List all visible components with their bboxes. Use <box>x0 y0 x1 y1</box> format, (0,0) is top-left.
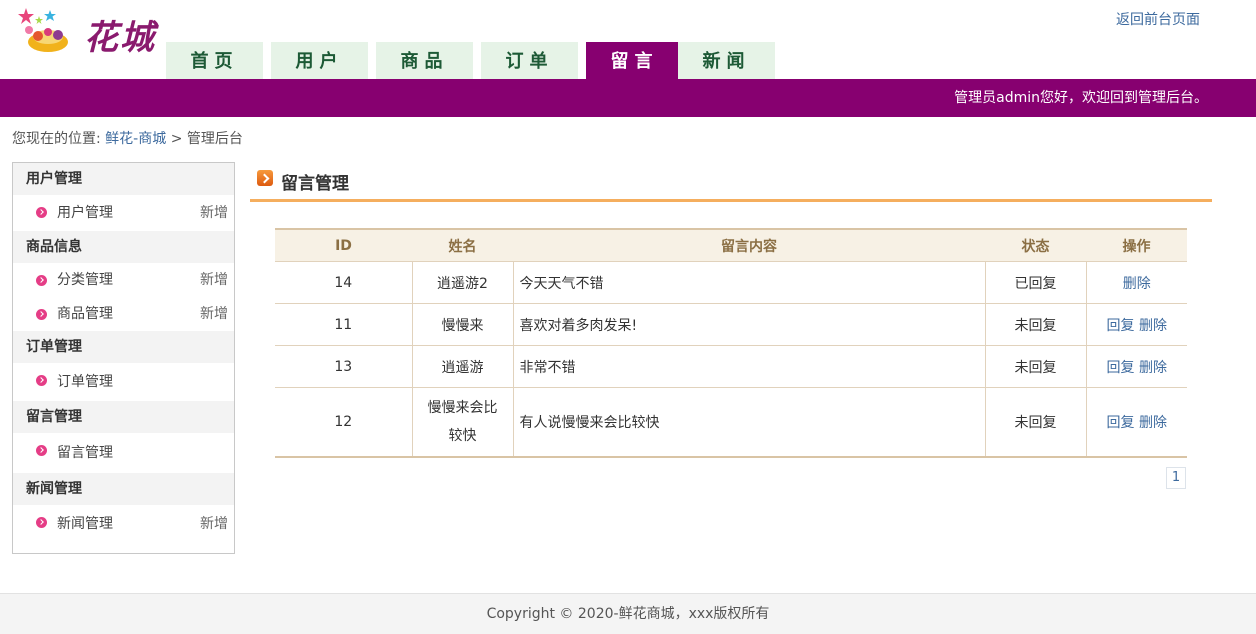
bullet-icon <box>36 309 47 320</box>
bullet-icon <box>36 517 47 528</box>
sidebar-link-category-management[interactable]: 分类管理 <box>57 263 113 297</box>
sidebar-link-product-management[interactable]: 商品管理 <box>57 297 113 331</box>
cell-content: 非常不错 <box>512 345 985 388</box>
column-header-actions: 操作 <box>1086 229 1187 262</box>
breadcrumb-current: 管理后台 <box>186 131 243 147</box>
reply-button[interactable]: 回复 <box>1107 318 1135 334</box>
cell-status: 未回复 <box>984 387 1086 457</box>
sidebar-add-user-button[interactable]: 新增 <box>200 195 228 231</box>
breadcrumb: 您现在的位置: 鲜花-商城 > 管理后台 <box>12 128 243 148</box>
table-row: 14 逍遥游2 今天天气不错 已回复 删除 <box>275 261 1187 304</box>
bullet-icon <box>36 275 47 286</box>
pagination-page-1[interactable]: 1 <box>1166 467 1186 489</box>
messages-table: ID 姓名 留言内容 状态 操作 14 逍遥游2 今天天气不错 已回复 删除 1… <box>275 228 1187 458</box>
sidebar-link-order-management[interactable]: 订单管理 <box>57 363 113 401</box>
cell-content: 有人说慢慢来会比较快 <box>512 387 985 457</box>
nav-tab-products[interactable]: 商品 <box>376 42 473 79</box>
bullet-icon <box>36 375 47 386</box>
sidebar-link-message-management[interactable]: 留言管理 <box>57 433 113 473</box>
bullet-icon <box>36 445 47 456</box>
breadcrumb-prefix: 您现在的位置: <box>12 131 101 147</box>
back-to-frontend-link[interactable]: 返回前台页面 <box>1116 9 1200 29</box>
cell-name: 逍遥游 <box>411 345 513 388</box>
arrow-right-icon <box>257 170 273 186</box>
reply-button[interactable]: 回复 <box>1107 360 1135 376</box>
breadcrumb-home-link[interactable]: 鲜花-商城 <box>105 131 166 147</box>
sidebar: 用户管理 用户管理 新增 商品信息 分类管理 新增 商品管理 新增 订单管理 订… <box>12 162 235 554</box>
cell-status: 未回复 <box>984 303 1086 346</box>
column-header-status: 状态 <box>985 229 1086 262</box>
sidebar-add-news-button[interactable]: 新增 <box>200 505 228 543</box>
cell-name: 逍遥游2 <box>411 261 513 304</box>
table-row: 11 慢慢来 喜欢对着多肉发呆! 未回复 回复 删除 <box>275 303 1187 346</box>
section-header: 留言管理 <box>250 166 1212 202</box>
sidebar-add-category-button[interactable]: 新增 <box>200 263 228 297</box>
sidebar-item-order-management: 订单管理 <box>13 363 234 401</box>
bullet-icon <box>36 207 47 218</box>
cell-status: 未回复 <box>984 345 1086 388</box>
delete-button[interactable]: 删除 <box>1139 318 1167 334</box>
section-divider <box>250 199 1212 202</box>
sidebar-group-messages: 留言管理 <box>13 401 234 433</box>
footer: Copyright © 2020-鲜花商城，xxx版权所有 <box>0 593 1256 634</box>
delete-button[interactable]: 删除 <box>1139 360 1167 376</box>
cell-id: 11 <box>275 303 412 346</box>
nav-tab-orders[interactable]: 订单 <box>481 42 578 79</box>
nav-tab-users[interactable]: 用户 <box>271 42 368 79</box>
delete-button[interactable]: 删除 <box>1139 415 1167 431</box>
nav-tab-home[interactable]: 首页 <box>166 42 263 79</box>
cell-name: 慢慢来 <box>411 303 513 346</box>
breadcrumb-separator: > <box>170 131 183 147</box>
table-row: 13 逍遥游 非常不错 未回复 回复 删除 <box>275 345 1187 388</box>
nav-tab-news[interactable]: 新闻 <box>678 42 775 79</box>
column-header-content: 留言内容 <box>513 229 985 262</box>
sidebar-link-user-management[interactable]: 用户管理 <box>57 195 113 231</box>
welcome-text: 管理员admin您好，欢迎回到管理后台。 <box>954 90 1208 106</box>
column-header-name: 姓名 <box>412 229 513 262</box>
sidebar-link-news-management[interactable]: 新闻管理 <box>57 505 113 543</box>
cell-id: 14 <box>275 261 412 304</box>
cell-actions: 回复 删除 <box>1085 345 1187 388</box>
cell-content: 今天天气不错 <box>512 261 985 304</box>
site-logo: 花城 <box>12 6 162 58</box>
sidebar-item-news-management: 新闻管理 新增 <box>13 505 234 543</box>
sidebar-item-message-management: 留言管理 <box>13 433 234 473</box>
sidebar-group-news: 新闻管理 <box>13 473 234 505</box>
nav-tab-messages[interactable]: 留言 <box>586 42 683 79</box>
table-row: 12 慢慢来会比较快 有人说慢慢来会比较快 未回复 回复 删除 <box>275 387 1187 457</box>
page-title: 留言管理 <box>281 174 349 194</box>
cell-content: 喜欢对着多肉发呆! <box>512 303 985 346</box>
sidebar-group-products: 商品信息 <box>13 231 234 263</box>
table-header-row: ID 姓名 留言内容 状态 操作 <box>275 229 1187 262</box>
sidebar-add-product-button[interactable]: 新增 <box>200 297 228 331</box>
sidebar-group-orders: 订单管理 <box>13 331 234 363</box>
sidebar-item-user-management: 用户管理 新增 <box>13 195 234 231</box>
cell-actions: 回复 删除 <box>1085 303 1187 346</box>
top-bar: 管理员admin您好，欢迎回到管理后台。 <box>0 79 1256 117</box>
cell-status: 已回复 <box>984 261 1086 304</box>
cell-name: 慢慢来会比较快 <box>411 387 513 457</box>
sidebar-item-category-management: 分类管理 新增 <box>13 263 234 297</box>
cell-actions: 回复 删除 <box>1085 387 1187 457</box>
cell-id: 12 <box>275 387 412 457</box>
cell-actions: 删除 <box>1085 261 1187 304</box>
column-header-id: ID <box>275 229 412 262</box>
copyright-text: Copyright © 2020-鲜花商城，xxx版权所有 <box>486 606 770 622</box>
delete-button[interactable]: 删除 <box>1123 276 1151 292</box>
cell-id: 13 <box>275 345 412 388</box>
sidebar-item-product-management: 商品管理 新增 <box>13 297 234 331</box>
reply-button[interactable]: 回复 <box>1107 415 1135 431</box>
sidebar-group-users: 用户管理 <box>13 163 234 195</box>
logo-text: 花城 <box>84 18 156 58</box>
